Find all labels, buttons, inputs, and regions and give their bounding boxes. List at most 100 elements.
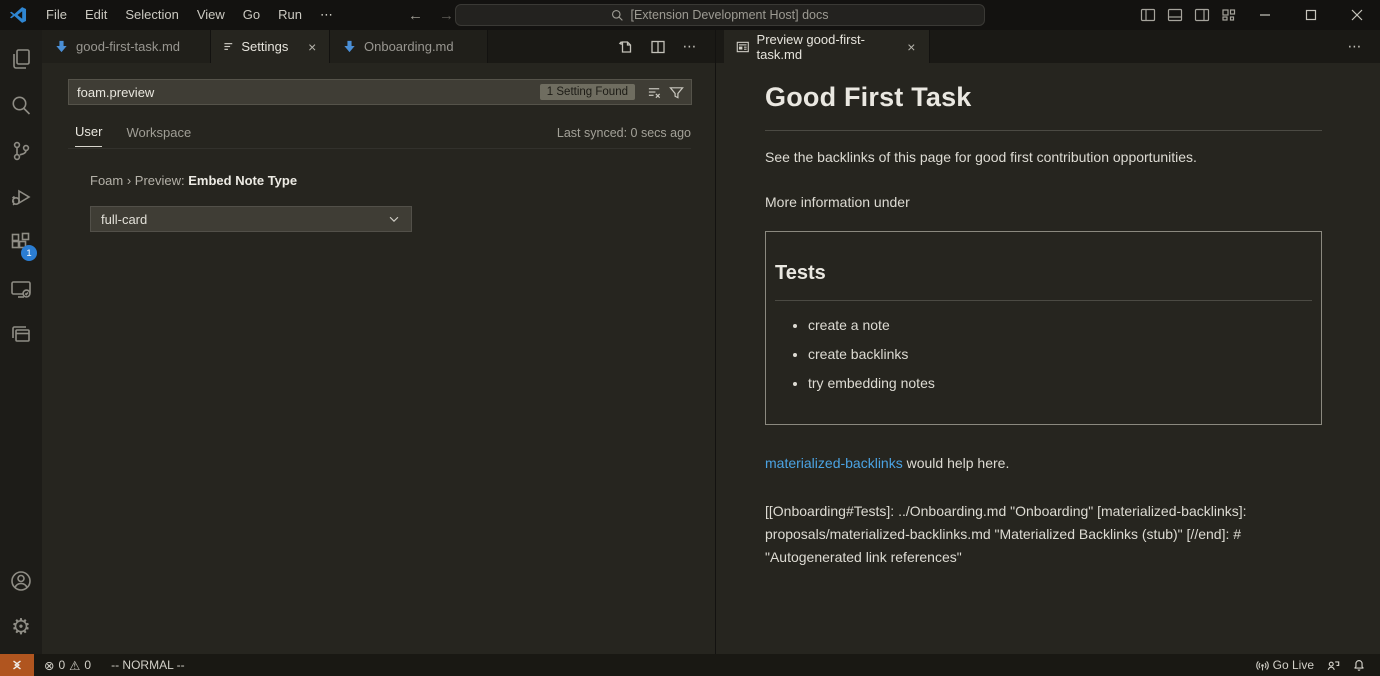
title-bar: File Edit Selection View Go Run ⋯ ← → [E…: [0, 0, 1380, 30]
markdown-file-icon: [54, 39, 69, 54]
search-icon: [611, 9, 624, 22]
settings-list-icon: [223, 39, 234, 54]
editor-group-left: good-first-task.md Settings × Onboarding…: [42, 30, 716, 654]
preview-title: Good First Task: [765, 77, 1322, 131]
right-tab-bar: Preview good-first-task.md × ⋯: [716, 30, 1380, 63]
close-tab-icon[interactable]: ×: [904, 39, 919, 55]
tab-preview-good-first-task[interactable]: Preview good-first-task.md ×: [724, 30, 930, 63]
warning-count: 0: [84, 658, 91, 672]
materialized-backlinks-link[interactable]: materialized-backlinks: [765, 455, 903, 471]
settings-editor: foam.preview 1 Setting Found User Worksp…: [42, 63, 715, 654]
remote-explorer-icon[interactable]: [0, 266, 42, 312]
maximize-button[interactable]: [1288, 0, 1334, 30]
embedded-note-heading: Tests: [775, 258, 1312, 301]
status-bar: ⊗ 0 ⚠ 0 -- NORMAL -- Go Live: [0, 654, 1380, 676]
setting-name: Embed Note Type: [188, 173, 297, 188]
footer-line: [[Onboarding#Tests]: ../Onboarding.md "O…: [765, 500, 1322, 523]
more-actions-icon[interactable]: ⋯: [1342, 34, 1368, 60]
scope-tab-user[interactable]: User: [75, 118, 102, 147]
toggle-primary-sidebar-icon[interactable]: [1134, 0, 1161, 30]
navigate-back-icon[interactable]: ←: [408, 7, 423, 24]
vim-mode-status[interactable]: -- NORMAL --: [105, 654, 191, 676]
scope-tab-workspace[interactable]: Workspace: [126, 119, 191, 147]
open-settings-json-icon[interactable]: [613, 34, 639, 60]
setting-category: Foam › Preview:: [90, 173, 188, 188]
broadcast-icon: [1256, 659, 1269, 672]
markdown-preview-icon: [736, 39, 750, 55]
tab-label: Preview good-first-task.md: [757, 32, 887, 62]
accounts-icon[interactable]: [0, 558, 42, 604]
footer-line: "Autogenerated link references": [765, 546, 1322, 569]
vscode-window: File Edit Selection View Go Run ⋯ ← → [E…: [0, 0, 1380, 676]
list-item: try embedding notes: [808, 373, 1312, 394]
settings-count-badge: 1 Setting Found: [540, 84, 635, 100]
menu-more-ellipsis-icon[interactable]: ⋯: [311, 7, 344, 23]
activity-bar: 1 ⚙: [0, 30, 42, 654]
extensions-icon[interactable]: 1: [0, 220, 42, 266]
navigate-forward-icon[interactable]: →: [439, 7, 454, 24]
extensions-badge: 1: [21, 245, 37, 261]
windows-stack-icon[interactable]: [0, 312, 42, 358]
warning-icon: ⚠: [69, 658, 80, 673]
editor-group-right: Preview good-first-task.md × ⋯ Good Firs…: [716, 30, 1380, 654]
link-suffix-text: would help here.: [903, 455, 1010, 471]
close-window-button[interactable]: [1334, 0, 1380, 30]
markdown-file-icon: [342, 39, 357, 54]
tab-settings[interactable]: Settings ×: [211, 30, 330, 63]
setting-embed-note-type: Foam › Preview: Embed Note Type full-car…: [90, 173, 412, 232]
menu-file[interactable]: File: [37, 4, 76, 26]
vscode-logo-icon: [9, 6, 27, 24]
customize-layout-icon[interactable]: [1215, 0, 1242, 30]
go-live-button[interactable]: Go Live: [1250, 654, 1320, 676]
menu-selection[interactable]: Selection: [116, 4, 187, 26]
problems-status[interactable]: ⊗ 0 ⚠ 0: [38, 654, 97, 676]
list-item: create a note: [808, 315, 1312, 336]
notifications-bell-icon[interactable]: [1346, 654, 1372, 676]
error-icon: ⊗: [44, 658, 54, 673]
search-view-icon[interactable]: [0, 82, 42, 128]
preview-paragraph: More information under: [765, 192, 1322, 213]
tab-onboarding[interactable]: Onboarding.md: [330, 30, 488, 63]
feedback-icon[interactable]: [1320, 654, 1346, 676]
toggle-panel-icon[interactable]: [1161, 0, 1188, 30]
tab-label: Onboarding.md: [364, 39, 454, 54]
command-center-label: [Extension Development Host] docs: [630, 8, 828, 22]
toggle-secondary-sidebar-icon[interactable]: [1188, 0, 1215, 30]
settings-search-input[interactable]: foam.preview 1 Setting Found: [68, 79, 692, 105]
filter-icon[interactable]: [665, 81, 687, 103]
markdown-preview-pane: Good First Task See the backlinks of thi…: [716, 63, 1380, 654]
menu-go[interactable]: Go: [234, 4, 269, 26]
command-center-search[interactable]: [Extension Development Host] docs: [455, 4, 985, 26]
menu-view[interactable]: View: [188, 4, 234, 26]
footer-line: proposals/materialized-backlinks.md "Mat…: [765, 523, 1322, 546]
run-debug-icon[interactable]: [0, 174, 42, 220]
remote-indicator[interactable]: [0, 654, 34, 676]
list-item: create backlinks: [808, 344, 1312, 365]
manage-gear-icon[interactable]: ⚙: [0, 604, 42, 650]
preview-paragraph: See the backlinks of this page for good …: [765, 147, 1322, 168]
setting-title: Foam › Preview: Embed Note Type: [90, 173, 412, 188]
last-synced-label: Last synced: 0 secs ago: [557, 126, 691, 140]
menu-run[interactable]: Run: [269, 4, 311, 26]
error-count: 0: [58, 658, 65, 672]
left-tab-bar: good-first-task.md Settings × Onboarding…: [42, 30, 715, 63]
chevron-down-icon: [387, 212, 401, 226]
embed-note-type-select[interactable]: full-card: [90, 206, 412, 232]
go-live-label: Go Live: [1273, 658, 1314, 672]
embedded-note-list: create a note create backlinks try embed…: [775, 315, 1312, 394]
embedded-note-card: Tests create a note create backlinks try…: [765, 231, 1322, 425]
settings-search-value: foam.preview: [77, 85, 540, 100]
tab-good-first-task[interactable]: good-first-task.md: [42, 30, 211, 63]
menu-edit[interactable]: Edit: [76, 4, 116, 26]
minimize-button[interactable]: [1242, 0, 1288, 30]
more-actions-icon[interactable]: ⋯: [677, 34, 703, 60]
close-tab-icon[interactable]: ×: [305, 39, 319, 55]
link-references-text: [[Onboarding#Tests]: ../Onboarding.md "O…: [765, 500, 1322, 569]
settings-scope-row: User Workspace Last synced: 0 secs ago: [68, 117, 691, 149]
clear-search-icon[interactable]: [643, 81, 665, 103]
tab-label: Settings: [241, 39, 288, 54]
source-control-icon[interactable]: [0, 128, 42, 174]
split-editor-icon[interactable]: [645, 34, 671, 60]
explorer-icon[interactable]: [0, 36, 42, 82]
preview-paragraph: materialized-backlinks would help here.: [765, 453, 1322, 474]
